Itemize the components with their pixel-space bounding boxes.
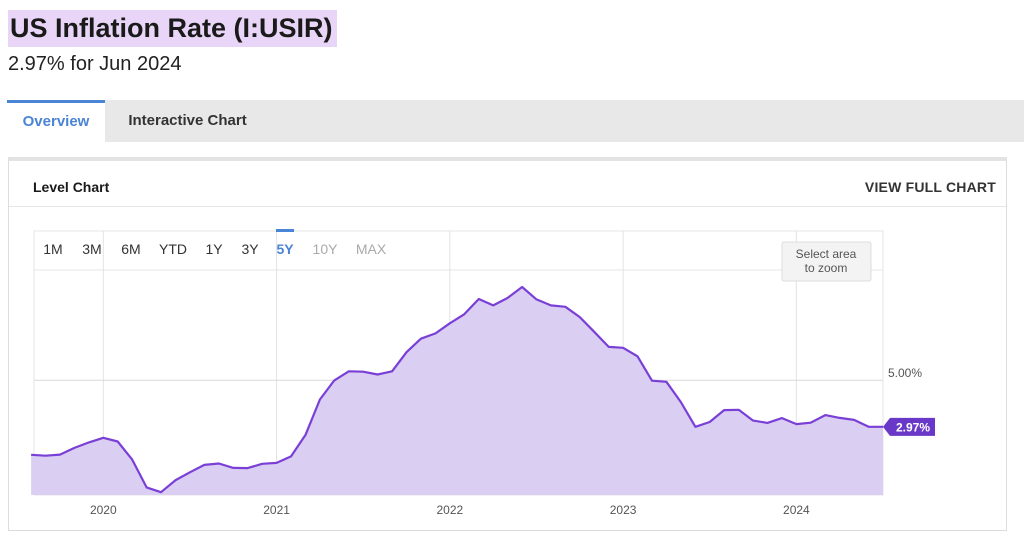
range-button-10y: 10Y — [313, 241, 339, 257]
range-button-ytd[interactable]: YTD — [159, 241, 187, 257]
level-chart[interactable]: 2020 2021 2022 2023 2024 5.00% 2.97% 1M 3M 6M YTD 1… — [0, 0, 1024, 543]
range-button-3y[interactable]: 3Y — [241, 241, 259, 257]
range-button-5y[interactable]: 5Y — [276, 241, 294, 257]
range-button-max: MAX — [356, 241, 387, 257]
x-tick-label: 2022 — [436, 503, 463, 517]
x-tick-label: 2021 — [263, 503, 290, 517]
zoom-hint-text: Select area — [796, 247, 857, 261]
x-tick-label: 2020 — [90, 503, 117, 517]
range-button-3m[interactable]: 3M — [82, 241, 101, 257]
zoom-hint-text: to zoom — [805, 261, 848, 275]
range-selected-indicator — [276, 229, 294, 232]
x-tick-label: 2024 — [783, 503, 810, 517]
range-button-1m[interactable]: 1M — [43, 241, 62, 257]
current-value-label: 2.97% — [896, 420, 930, 434]
range-button-6m[interactable]: 6M — [121, 241, 140, 257]
range-button-1y[interactable]: 1Y — [205, 241, 223, 257]
x-tick-label: 2023 — [610, 503, 637, 517]
y-tick-label: 5.00% — [888, 366, 922, 380]
